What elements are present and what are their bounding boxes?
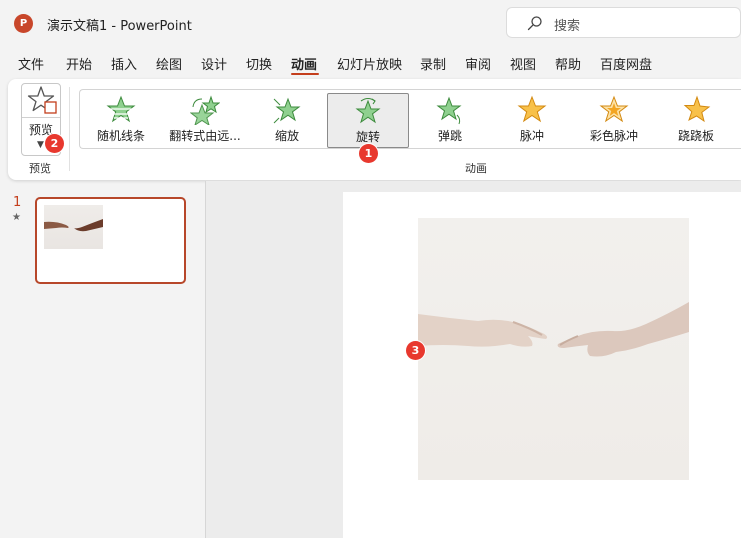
teeter-star-icon <box>683 95 711 123</box>
ribbon: 预览 ▼ 预览 随机线条 翻转式由远... 缩放 旋转 弹跳 脉冲 彩色脉冲 跷… <box>8 79 741 180</box>
preview-star-icon <box>27 86 57 114</box>
animation-group-label: 动画 <box>465 162 487 175</box>
title-bar: P 演示文稿1 - PowerPoint 搜索 <box>0 0 741 46</box>
animation-random-bars[interactable]: 随机线条 <box>86 93 156 148</box>
animation-zoom[interactable]: 缩放 <box>254 93 320 148</box>
thumbnail-image <box>44 205 103 249</box>
animation-label: 翻转式由远... <box>169 129 241 143</box>
animation-spin[interactable]: 旋转 <box>327 93 409 148</box>
tab-animations[interactable]: 动画 <box>291 54 317 73</box>
search-icon <box>527 16 542 31</box>
search-input[interactable]: 搜索 <box>554 15 580 34</box>
slide-number: 1 <box>13 195 22 210</box>
animation-label: 彩色脉冲 <box>589 129 638 143</box>
tab-transitions[interactable]: 切换 <box>246 54 272 73</box>
search-box[interactable]: 搜索 <box>506 7 741 38</box>
tab-insert[interactable]: 插入 <box>111 54 137 73</box>
zoom-star-icon <box>273 97 301 124</box>
callout-badge: 2 <box>45 134 64 153</box>
animation-pulse[interactable]: 脉冲 <box>498 93 566 148</box>
hands-image <box>418 218 689 480</box>
active-tab-indicator <box>291 73 319 75</box>
animation-flip-in[interactable]: 翻转式由远... <box>164 93 246 148</box>
animation-label: 跷跷板 <box>677 129 714 143</box>
hands-photo[interactable] <box>418 218 689 480</box>
tab-record[interactable]: 录制 <box>420 54 446 73</box>
animation-label: 旋转 <box>355 130 380 144</box>
bounce-star-icon <box>436 96 462 125</box>
animation-gallery: 随机线条 翻转式由远... 缩放 旋转 弹跳 脉冲 彩色脉冲 跷跷板 <box>79 89 741 149</box>
chevron-down-icon[interactable]: ▼ <box>37 140 44 150</box>
spin-star-icon <box>355 97 381 124</box>
color-pulse-star-icon <box>599 95 629 123</box>
tab-design[interactable]: 设计 <box>201 54 227 73</box>
tab-file[interactable]: 文件 <box>18 54 44 73</box>
callout-badge: 1 <box>359 144 378 163</box>
animation-star-icon: ★ <box>12 212 21 223</box>
animation-bounce[interactable]: 弹跳 <box>416 93 484 148</box>
tab-view[interactable]: 视图 <box>510 54 536 73</box>
tab-slideshow[interactable]: 幻灯片放映 <box>337 54 402 73</box>
animation-label: 脉冲 <box>519 129 544 143</box>
tab-draw[interactable]: 绘图 <box>156 54 182 73</box>
tab-help[interactable]: 帮助 <box>555 54 581 73</box>
slide-thumbnail[interactable] <box>35 197 186 284</box>
hands-thumbnail-image <box>44 219 103 232</box>
animation-label: 随机线条 <box>96 129 145 143</box>
preview-split-line <box>22 117 60 118</box>
animation-label: 缩放 <box>274 129 299 143</box>
flip-star-icon <box>190 95 220 125</box>
window-title: 演示文稿1 - PowerPoint <box>47 19 192 34</box>
preview-group-label: 预览 <box>29 162 51 175</box>
powerpoint-logo-icon: P <box>14 14 33 33</box>
pulse-star-icon <box>517 95 547 123</box>
tab-review[interactable]: 审阅 <box>465 54 491 73</box>
menu-bar: 文件 开始 插入 绘图 设计 切换 动画 幻灯片放映 录制 审阅 视图 帮助 百… <box>0 50 741 76</box>
group-divider <box>69 87 70 171</box>
animation-color-pulse[interactable]: 彩色脉冲 <box>576 93 652 148</box>
animation-label: 弹跳 <box>437 129 462 143</box>
tab-home[interactable]: 开始 <box>66 54 92 73</box>
random-bars-star-icon <box>106 95 136 123</box>
tab-baidu-netdisk[interactable]: 百度网盘 <box>600 54 652 73</box>
animation-teeter[interactable]: 跷跷板 <box>660 93 732 148</box>
callout-badge: 3 <box>406 341 425 360</box>
